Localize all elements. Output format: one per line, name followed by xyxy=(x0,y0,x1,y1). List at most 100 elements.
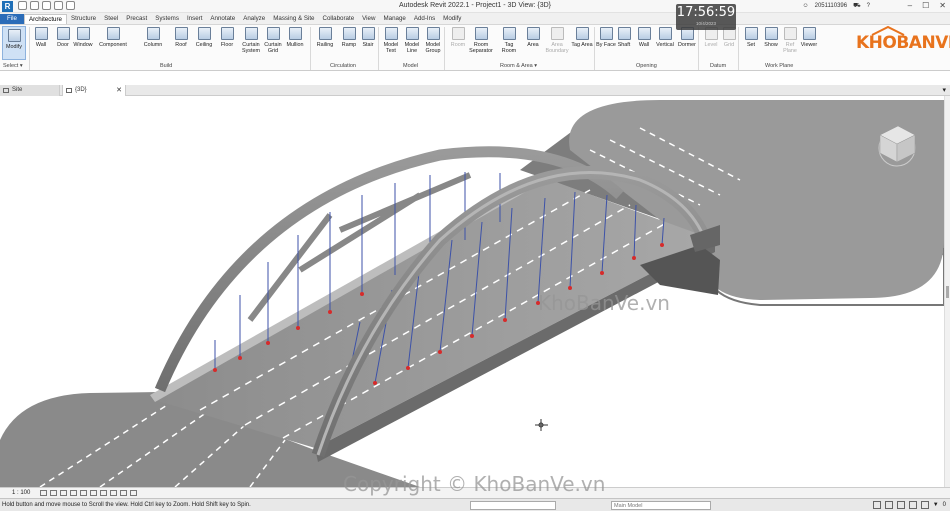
modify-button[interactable]: Modify xyxy=(2,26,26,60)
model-model-group-button[interactable]: Model Group xyxy=(422,27,444,54)
floor-icon xyxy=(220,27,234,40)
opening-shaft-button[interactable]: Shaft xyxy=(613,27,635,48)
tab-insert[interactable]: Insert xyxy=(183,14,206,24)
title-bar: R Autodesk Revit 2022.1 - Project1 - 3D … xyxy=(0,0,950,13)
clock-time: 17:56:59 xyxy=(676,5,736,20)
sun-path-icon[interactable] xyxy=(60,490,67,496)
wall-icon xyxy=(637,27,651,40)
ramp-icon xyxy=(342,27,356,40)
tab-precast[interactable]: Precast xyxy=(122,14,151,24)
build-mullion-button[interactable]: Mullion xyxy=(284,27,306,48)
brand-text: KHOBANVE xyxy=(856,33,950,53)
tab-annotate[interactable]: Annotate xyxy=(206,14,239,24)
opening-wall-button[interactable]: Wall xyxy=(633,27,655,48)
tab-structure[interactable]: Structure xyxy=(67,14,100,24)
visual-style-icon[interactable] xyxy=(50,490,57,496)
model-model-text-button[interactable]: Model Text xyxy=(380,27,402,54)
view-scale[interactable]: 1 : 100 xyxy=(12,490,30,496)
temp-hide-icon[interactable] xyxy=(120,490,127,496)
circulation-railing-button[interactable]: Railing xyxy=(314,27,336,48)
build-wall-button[interactable]: Wall xyxy=(30,27,52,48)
circulation-stair-button[interactable]: Stair xyxy=(357,27,379,48)
tab-manage[interactable]: Manage xyxy=(379,14,409,24)
room-area-tag-area-button[interactable]: Tag Area xyxy=(571,27,593,48)
room-area-area-boundary-button[interactable]: Area Boundary xyxy=(545,27,569,54)
build-component-button[interactable]: Component xyxy=(99,27,127,48)
view-tab-site[interactable]: Site xyxy=(0,85,60,96)
drag-elements-icon[interactable] xyxy=(920,501,929,509)
close-tab-icon[interactable]: ✕ xyxy=(116,85,122,96)
datum-panel-label: Datum xyxy=(710,63,727,69)
select-pinned-icon[interactable] xyxy=(896,501,905,509)
workset-selector[interactable] xyxy=(470,501,556,510)
bridge-model xyxy=(0,100,944,487)
work-plane-viewer-button[interactable]: Viewer xyxy=(798,27,820,48)
scrollbar-thumb[interactable] xyxy=(946,286,949,298)
tab-file[interactable]: File xyxy=(0,14,24,24)
user-name[interactable]: 2051110396 xyxy=(815,3,847,9)
opening-vertical-button[interactable]: Vertical xyxy=(654,27,676,48)
work-plane-panel-label: Work Plane xyxy=(765,63,794,69)
select-by-face-icon[interactable] xyxy=(908,501,917,509)
help-icon[interactable]: ? xyxy=(867,3,870,9)
datum-grid-button[interactable]: Grid xyxy=(718,27,740,48)
minimize-icon[interactable]: – xyxy=(908,1,912,10)
tab-steel[interactable]: Steel xyxy=(100,14,122,24)
work-plane-set-button[interactable]: Set xyxy=(740,27,762,48)
build-curtain-grid-button[interactable]: Curtain Grid xyxy=(262,27,284,54)
build-window-button[interactable]: Window xyxy=(72,27,94,48)
by-face-icon xyxy=(599,27,613,40)
model-line-icon xyxy=(405,27,419,40)
build-roof-button[interactable]: Roof xyxy=(170,27,192,48)
column-icon xyxy=(146,27,160,40)
tab-massing-site[interactable]: Massing & Site xyxy=(269,14,318,24)
build-floor-button[interactable]: Floor xyxy=(216,27,238,48)
tab-architecture[interactable]: Architecture xyxy=(23,14,67,24)
ceiling-icon xyxy=(197,27,211,40)
select-links-icon[interactable] xyxy=(872,501,881,509)
panel-divider xyxy=(310,27,311,70)
cart-icon[interactable]: ⛟ xyxy=(853,2,861,10)
window-icon xyxy=(76,27,90,40)
build-ceiling-button[interactable]: Ceiling xyxy=(193,27,215,48)
lock-view-icon[interactable] xyxy=(110,490,117,496)
tab-systems[interactable]: Systems xyxy=(151,14,183,24)
railing-icon xyxy=(318,27,332,40)
build-column-button[interactable]: Column xyxy=(142,27,164,48)
select-panel-label[interactable]: Select ▾ xyxy=(3,63,23,69)
show-crop-icon[interactable] xyxy=(100,490,107,496)
user-icon[interactable]: ☺ xyxy=(802,3,808,9)
selection-controls: ▼ 0 xyxy=(872,501,946,509)
room-area-room-button[interactable]: Room xyxy=(447,27,469,48)
select-underlay-icon[interactable] xyxy=(884,501,893,509)
tab-view[interactable]: View xyxy=(358,14,379,24)
view-tab-3d[interactable]: {3D} ✕ xyxy=(62,85,126,96)
maximize-icon[interactable]: ☐ xyxy=(922,1,929,10)
close-icon[interactable]: ✕ xyxy=(939,1,946,10)
build-door-button[interactable]: Door xyxy=(52,27,74,48)
opening-dormer-button[interactable]: Dormer xyxy=(676,27,698,48)
tab-analyze[interactable]: Analyze xyxy=(239,14,269,24)
room-area-room-separator-button[interactable]: Room Separator xyxy=(469,27,493,54)
crop-view-icon[interactable] xyxy=(90,490,97,496)
render-icon[interactable] xyxy=(80,490,87,496)
opening-panel-label: Opening xyxy=(636,63,657,69)
reveal-hidden-icon[interactable] xyxy=(130,490,137,496)
room-area-area-button[interactable]: Area xyxy=(522,27,544,48)
curtain-system-icon xyxy=(244,27,258,40)
design-option-field[interactable]: Main Model xyxy=(611,501,711,510)
tab-modify[interactable]: Modify xyxy=(439,14,465,24)
view-menu-icon[interactable]: ▾ xyxy=(942,86,946,94)
tab-collaborate[interactable]: Collaborate xyxy=(319,14,359,24)
vertical-scrollbar[interactable] xyxy=(944,96,950,487)
model-model-line-button[interactable]: Model Line xyxy=(401,27,423,54)
3d-viewport[interactable]: KhoBanVe.vn xyxy=(0,96,944,487)
detail-level-icon[interactable] xyxy=(40,490,47,496)
shadows-icon[interactable] xyxy=(70,490,77,496)
room-area-panel-label[interactable]: Room & Area ▾ xyxy=(500,63,537,69)
show-icon xyxy=(764,27,778,40)
filter-icon[interactable]: ▼ xyxy=(933,502,939,508)
build-curtain-system-button[interactable]: Curtain System xyxy=(240,27,262,54)
tab-add-ins[interactable]: Add-Ins xyxy=(410,14,439,24)
room-area-tag-room-button[interactable]: Tag Room xyxy=(498,27,520,54)
